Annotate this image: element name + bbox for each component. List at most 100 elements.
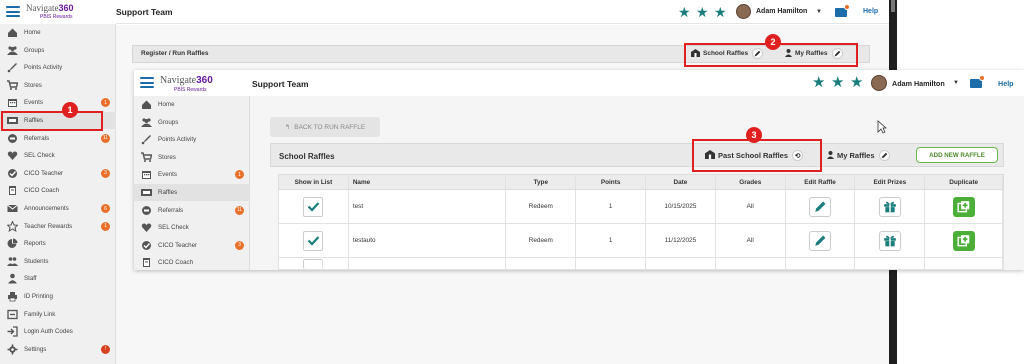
edit-raffle-button[interactable]: [809, 196, 832, 217]
panel-title: Register / Run Raffles: [141, 50, 209, 57]
duplicate-button[interactable]: [952, 196, 975, 217]
sidebar-item-students[interactable]: Students: [0, 253, 116, 270]
user-name[interactable]: Adam Hamilton: [756, 8, 807, 15]
notification-badge: 3: [101, 168, 110, 178]
sidebar-item-label: CICO Coach: [158, 259, 194, 267]
calendar-icon: [141, 170, 152, 180]
sidebar-item-login-auth-codes[interactable]: Login Auth Codes: [0, 323, 116, 340]
raffle-grades: All: [716, 224, 786, 257]
sidebar-item-label: Events: [158, 171, 177, 179]
col-edit-raffle: Edit Raffle: [786, 175, 856, 189]
show-in-list-checkbox[interactable]: [303, 230, 324, 251]
caret-down-icon[interactable]: ▼: [816, 9, 822, 15]
col-type: Type: [506, 175, 577, 189]
sidebar-item-announcements[interactable]: Announcements 6: [0, 200, 116, 217]
edit-raffle-button[interactable]: [809, 230, 832, 251]
sidebar-item-label: Announcements: [24, 205, 69, 212]
duplicate-button[interactable]: [952, 230, 975, 251]
clipboard-icon: [7, 186, 18, 196]
sidebar-item-reports[interactable]: Reports: [0, 235, 116, 252]
top-bar: Support Team ★ ★ ★ Adam Hamilton ▼ Help: [116, 0, 889, 24]
pencil-icon[interactable]: [878, 150, 890, 161]
home-icon: [141, 100, 152, 110]
sidebar-item-label: Stores: [24, 81, 42, 89]
col-edit-prizes: Edit Prizes: [855, 175, 926, 189]
sidebar-item-cico-teacher[interactable]: CICO Teacher 3: [0, 165, 116, 182]
table-row: test Redeem 1 10/15/2025 All: [278, 190, 1004, 224]
sidebar-item-teacher-rewards[interactable]: Teacher Rewards 1: [0, 218, 116, 235]
edit-prizes-button[interactable]: [878, 230, 901, 251]
avatar[interactable]: [736, 4, 751, 19]
sidebar-item-cico-coach[interactable]: CICO Coach: [134, 254, 250, 270]
annotation-3: 3: [746, 127, 762, 143]
sidebar-item-label: Login Auth Codes: [24, 328, 73, 336]
star-icon: ★: [678, 4, 691, 20]
caret-down-icon[interactable]: ▼: [953, 80, 959, 86]
sidebar-item-events[interactable]: Events 1: [134, 166, 250, 183]
notification-badge: 1: [235, 170, 244, 180]
logo-area: Navigate360 PBIS Rewards: [134, 70, 250, 96]
help-link[interactable]: Help: [998, 79, 1014, 88]
highlight-past-school-raffles: [692, 139, 822, 172]
help-link[interactable]: Help: [863, 8, 878, 15]
sidebar-item-home[interactable]: Home: [134, 96, 250, 113]
notification-badge: 11: [101, 133, 110, 143]
sidebar-item-stores[interactable]: Stores: [134, 149, 250, 166]
col-grades: Grades: [716, 175, 786, 189]
sidebar-item-groups[interactable]: Groups: [0, 42, 116, 59]
sidebar-item-points-activity[interactable]: Points Activity: [134, 131, 250, 148]
person-icon: [827, 150, 834, 161]
star-icon: [7, 220, 18, 232]
sidebar-item-settings[interactable]: Settings!: [0, 341, 116, 358]
mail-icon[interactable]: [835, 4, 850, 17]
star-icon: ★: [831, 74, 845, 91]
sidebar-item-staff[interactable]: Staff: [0, 270, 116, 287]
notification-badge: 1: [101, 221, 110, 231]
my-raffles-button[interactable]: My Raffles: [827, 150, 890, 161]
star-icon: ★: [696, 4, 709, 20]
sidebar-item-referrals[interactable]: Referrals 11: [0, 130, 116, 147]
sidebar-item-label: Points Activity: [24, 64, 63, 72]
cart-icon: [141, 152, 152, 162]
sidebar-item-points-activity[interactable]: Points Activity: [0, 59, 116, 76]
sidebar-item-family-link[interactable]: Family Link: [0, 306, 116, 323]
sidebar-item-label: Family Link: [24, 310, 56, 318]
sidebar-item-cico-teacher[interactable]: CICO Teacher 3: [134, 237, 250, 254]
avatar[interactable]: [871, 75, 887, 91]
back-to-run-raffle-button[interactable]: ↰ BACK TO RUN RAFFLE: [270, 117, 380, 137]
gear-icon: [7, 344, 18, 355]
sidebar-item-home[interactable]: Home: [0, 24, 116, 41]
pencil-icon: [814, 201, 825, 212]
user-name[interactable]: Adam Hamilton: [892, 79, 945, 88]
sidebar-item-events[interactable]: Events 1: [0, 94, 116, 111]
zoomed-screenshot: Navigate360 PBIS Rewards Home Groups Point…: [134, 70, 1024, 270]
raffle-date: 10/15/2025: [646, 190, 716, 223]
sidebar-item-id-printing[interactable]: ID Printing: [0, 288, 116, 305]
raffle-date: 11/12/2025: [646, 224, 716, 257]
pie-chart-icon: [7, 238, 18, 249]
heart-icon: [141, 223, 152, 233]
brand-logo: Navigate360: [160, 75, 213, 86]
hamburger-menu-icon[interactable]: [140, 77, 154, 88]
star-icon: ★: [850, 74, 864, 91]
sidebar-item-label: CICO Teacher: [158, 241, 198, 249]
sidebar-item-cico-coach[interactable]: CICO Coach: [0, 182, 116, 199]
sidebar-item-label: SEL Check: [24, 152, 55, 160]
rocket-icon: [141, 135, 152, 145]
edit-prizes-button[interactable]: [878, 196, 901, 217]
sidebar-item-groups[interactable]: Groups: [134, 114, 250, 131]
show-in-list-checkbox[interactable]: [303, 196, 324, 217]
sidebar-item-referrals[interactable]: Referrals 11: [134, 202, 250, 219]
star-icon: ★: [714, 4, 727, 20]
mail-icon[interactable]: [970, 75, 985, 88]
add-new-raffle-button[interactable]: ADD NEW RAFFLE: [916, 147, 998, 163]
sidebar-item-raffles[interactable]: Raffles: [134, 184, 250, 201]
sidebar-item-label: Reports: [24, 240, 46, 248]
sidebar-item-stores[interactable]: Stores: [0, 77, 116, 94]
raffle-name: testauto: [349, 224, 507, 257]
sidebar-item-sel-check[interactable]: SEL Check: [0, 147, 116, 164]
hamburger-menu-icon[interactable]: [6, 6, 20, 17]
notification-badge: 1: [101, 98, 110, 108]
sidebar-item-sel-check[interactable]: SEL Check: [134, 219, 250, 236]
login-icon: [7, 326, 18, 337]
